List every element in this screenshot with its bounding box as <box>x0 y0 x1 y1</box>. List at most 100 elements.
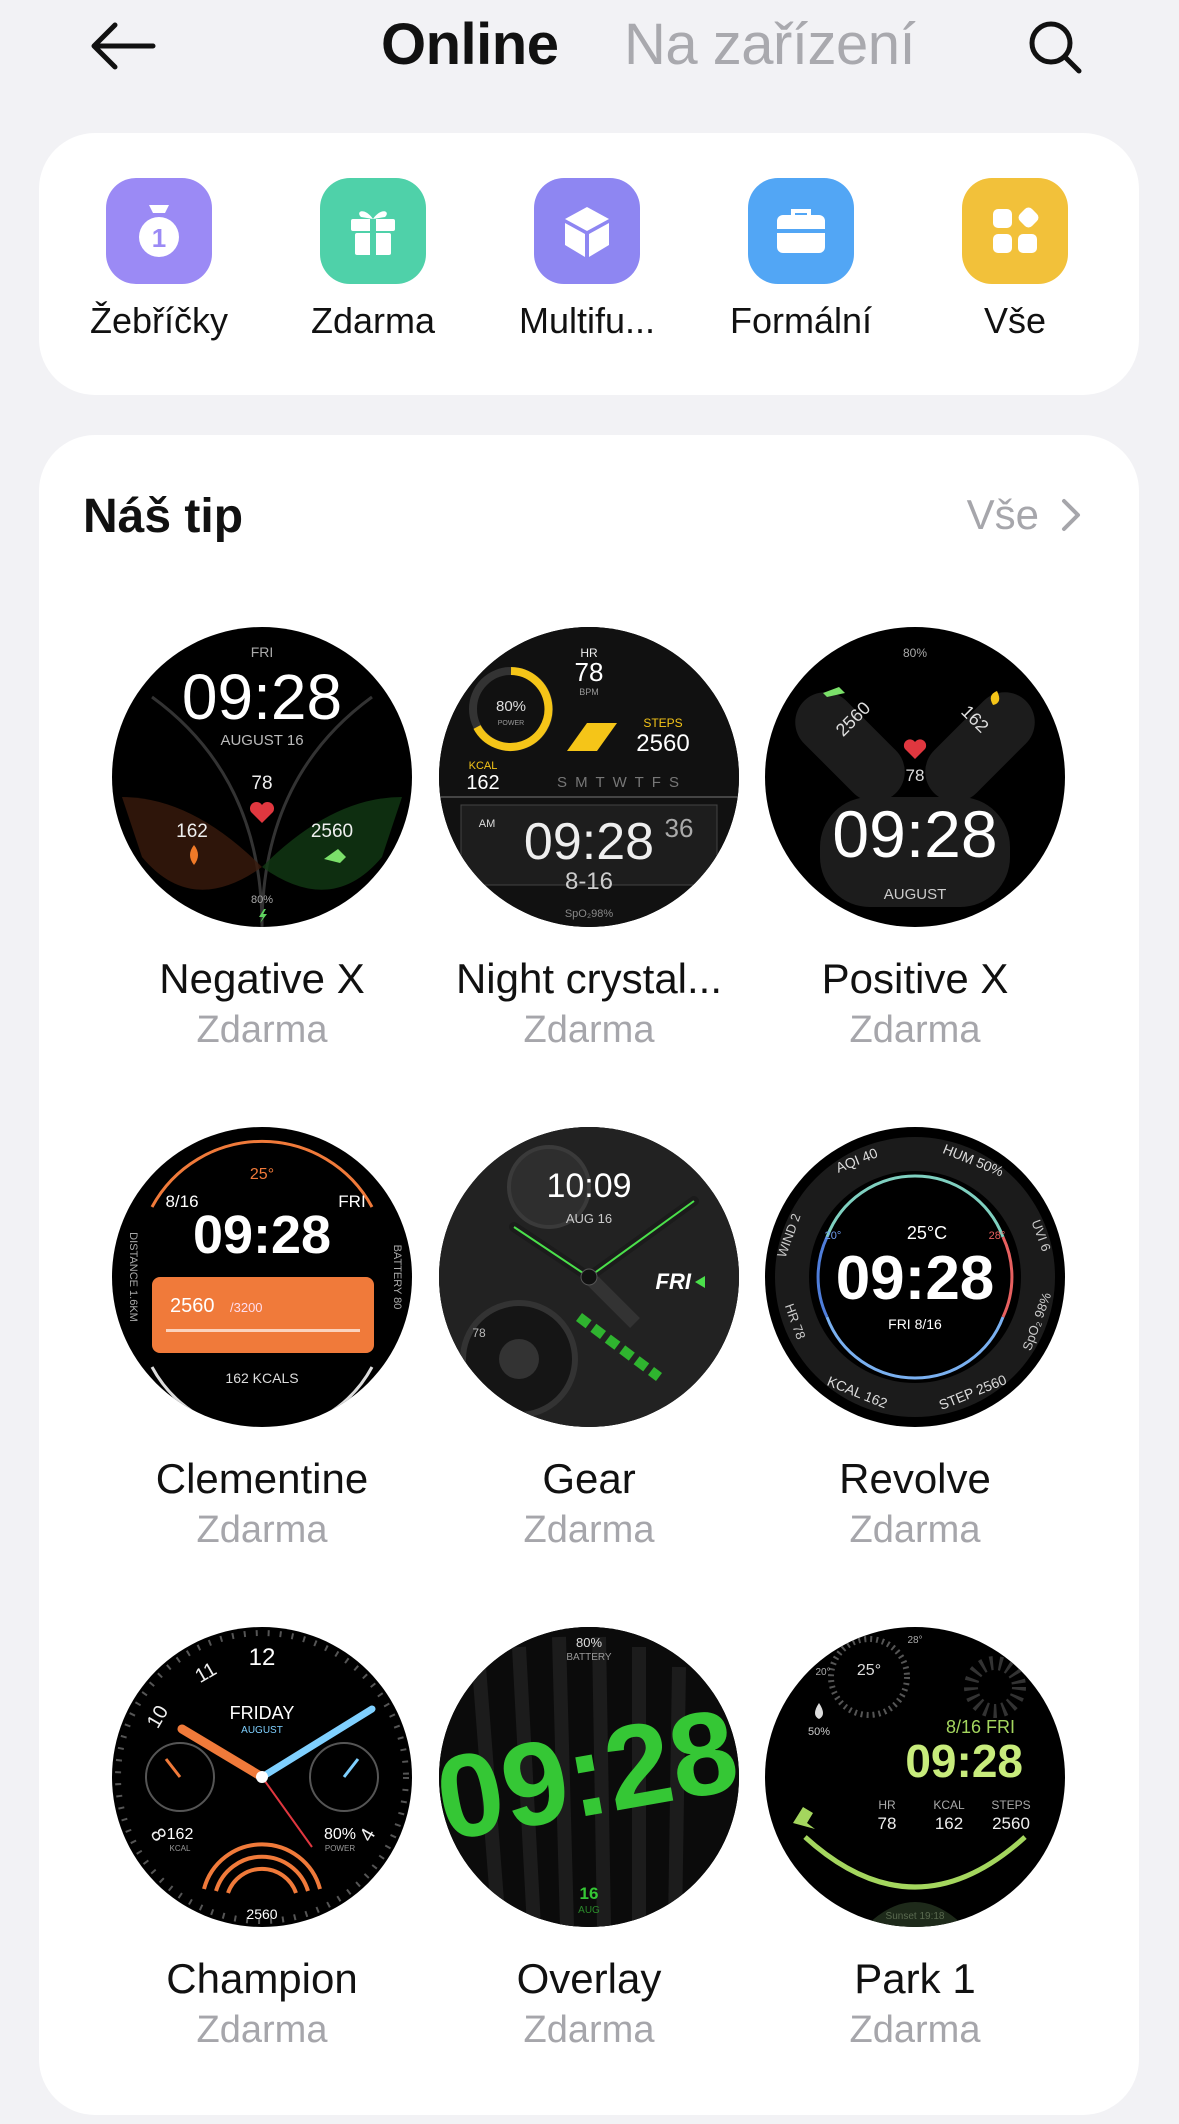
watch-face-card[interactable]: 80% BATTERY 09:28 16 AUG Overlay Zdarma <box>424 1627 754 2052</box>
time-text: 09:28 <box>524 813 654 871</box>
arrow-left-icon <box>91 22 156 70</box>
category-free[interactable]: Zdarma <box>273 178 473 342</box>
power-text: 80% <box>496 698 526 715</box>
watch-face-price: Zdarma <box>849 1009 981 1051</box>
date-text: 8-16 <box>565 868 613 895</box>
watch-face-preview: 80% 2560 162 78 09:28 AUGUST <box>765 627 1065 927</box>
low-temp-text: 20° <box>815 1667 830 1678</box>
hr-text: 78 <box>251 773 272 794</box>
watch-face-preview: FRI 09:28 AUGUST 16 78 162 2560 80% <box>112 627 412 927</box>
power-label: POWER <box>325 1844 355 1853</box>
watch-face-price: Zdarma <box>196 1009 328 1051</box>
tab-on-device[interactable]: Na zařízení <box>624 10 916 80</box>
hr-text: 78 <box>878 1814 897 1833</box>
date-text: FRI 8/16 <box>888 1316 942 1332</box>
watch-face-name: Night crystal... <box>455 955 723 1002</box>
power-label: POWER <box>498 720 524 727</box>
watch-face-name: Negative X <box>159 955 365 1002</box>
watch-face-price: Zdarma <box>523 1009 655 1051</box>
category-all[interactable]: Vše <box>915 178 1115 342</box>
see-all-link[interactable]: Vše <box>967 491 1081 539</box>
high-temp-text: 28° <box>907 1635 922 1646</box>
kcal-text: 162 <box>935 1814 963 1833</box>
month-text: AUG <box>578 1905 600 1916</box>
section-title: Náš tip <box>83 490 244 543</box>
watch-face-card[interactable]: 80% POWER HR 78 BPM STEPS 2560 KCAL 162 … <box>424 627 754 1052</box>
runner-icon <box>793 1807 815 1829</box>
steps-label: STEPS <box>643 716 682 730</box>
time-text: 09:28 <box>832 797 997 871</box>
sunset-text: Sunset 19:18 <box>886 1911 945 1922</box>
watch-face-price: Zdarma <box>849 2009 981 2051</box>
drop-icon <box>815 1703 823 1719</box>
watch-face-card[interactable]: AQI 40 HUM 50% WIND 2 UVI 6 HR 78 SpO₂ 9… <box>750 1127 1080 1552</box>
heart-icon <box>249 801 275 823</box>
numeral-10: 10 <box>143 1702 173 1732</box>
numeral-4: 4 <box>356 1825 381 1846</box>
watch-face-preview: 80% BATTERY 09:28 16 AUG <box>439 1627 739 1927</box>
kcal-text: 162 <box>167 1826 194 1843</box>
watch-face-price: Zdarma <box>523 1509 655 1551</box>
category-label: Multifu... <box>518 300 656 341</box>
watch-face-price: Zdarma <box>196 1509 328 1551</box>
category-card: 1 Žebříčky Zdarma Multifu... Formální Vš… <box>39 133 1139 395</box>
category-rankings[interactable]: 1 Žebříčky <box>59 178 259 342</box>
gift-icon <box>320 178 426 284</box>
battery-text: 80% <box>251 894 273 906</box>
steps-text: 2560 <box>636 730 689 757</box>
distance-text: DISTANCE 1.6KM <box>127 1232 139 1322</box>
high-temp-text: 28° <box>989 1230 1006 1242</box>
hr-text: 78 <box>906 766 925 785</box>
weekday-row: S M T W T F S <box>557 774 681 791</box>
steps-label: STEPS <box>991 1798 1030 1812</box>
category-label: Žebříčky <box>89 300 229 341</box>
svg-text:1: 1 <box>152 223 166 253</box>
watch-face-price: Zdarma <box>523 2009 655 2051</box>
watch-face-price: Zdarma <box>849 1509 981 1551</box>
watch-face-name: Champion <box>166 1955 358 2002</box>
battery-text: BATTERY 80 <box>391 1245 403 1310</box>
watch-face-price: Zdarma <box>196 2009 328 2051</box>
kcal-label: KCAL <box>469 760 498 772</box>
tab-online[interactable]: Online <box>381 10 559 80</box>
temp-text: 25° <box>857 1662 881 1679</box>
kcal-label: KCAL <box>170 1844 191 1853</box>
watch-face-name: Clementine <box>155 1455 369 1502</box>
watch-face-card[interactable]: 25° 28° 20° 50% 8/16 FRI 09:28 HR KCAL S… <box>750 1627 1080 2052</box>
watch-face-name: Revolve <box>839 1455 991 1502</box>
battery-text: 80% <box>324 1826 356 1843</box>
time-text: 09:28 <box>193 1205 331 1265</box>
category-label: Zdarma <box>310 300 436 341</box>
watch-face-preview: 25° 28° 20° 50% 8/16 FRI 09:28 HR KCAL S… <box>765 1627 1065 1927</box>
day-text: FRI <box>251 644 274 660</box>
watch-face-name: Gear <box>542 1455 636 1502</box>
numeral-12: 12 <box>249 1644 276 1671</box>
watch-face-card[interactable]: 10:09 AUG 16 FRI 78 Gear Zdarma <box>424 1127 754 1552</box>
time-text: 09:28 <box>182 661 342 733</box>
steps-text: 2560 <box>992 1814 1030 1833</box>
steps-goal: /3200 <box>230 1300 263 1315</box>
watch-face-card[interactable]: 12 11 10 8 4 FRIDAY AUGUST 162 KCAL 80% … <box>97 1627 427 2052</box>
kcal-label: KCAL <box>933 1798 965 1812</box>
day-text: FRIDAY <box>230 1703 295 1723</box>
date-text: AUG 16 <box>566 1211 612 1226</box>
kcal-text: 162 <box>466 772 499 794</box>
watch-face-card[interactable]: 80% 2560 162 78 09:28 AUGUST Positive X … <box>750 627 1080 1052</box>
watch-face-card[interactable]: 25° 8/16 FRI 09:28 2560 /3200 162 KCALS … <box>97 1127 427 1552</box>
steps-text: 2560 <box>246 1906 277 1922</box>
watch-face-card[interactable]: FRI 09:28 AUGUST 16 78 162 2560 80% Nega… <box>97 627 427 1052</box>
search-button[interactable] <box>1022 14 1088 80</box>
battery-label: BATTERY <box>566 1652 612 1663</box>
month-text: AUGUST <box>884 886 947 903</box>
category-formal[interactable]: Formální <box>701 178 901 342</box>
watch-face-name: Park 1 <box>854 1955 976 2002</box>
numeral-11: 11 <box>192 1658 221 1687</box>
back-button[interactable] <box>84 16 160 76</box>
category-multifunction[interactable]: Multifu... <box>487 178 687 342</box>
trophy-icon: 1 <box>106 178 212 284</box>
temp-text: 25°C <box>907 1223 947 1243</box>
am-label: AM <box>479 818 496 830</box>
our-tip-card: Náš tip Vše FRI 09:28 AUGUST 16 78 162 2… <box>39 435 1139 2115</box>
watch-face-preview: 12 11 10 8 4 FRIDAY AUGUST 162 KCAL 80% … <box>112 1627 412 1927</box>
month-text: AUGUST <box>241 1725 283 1736</box>
